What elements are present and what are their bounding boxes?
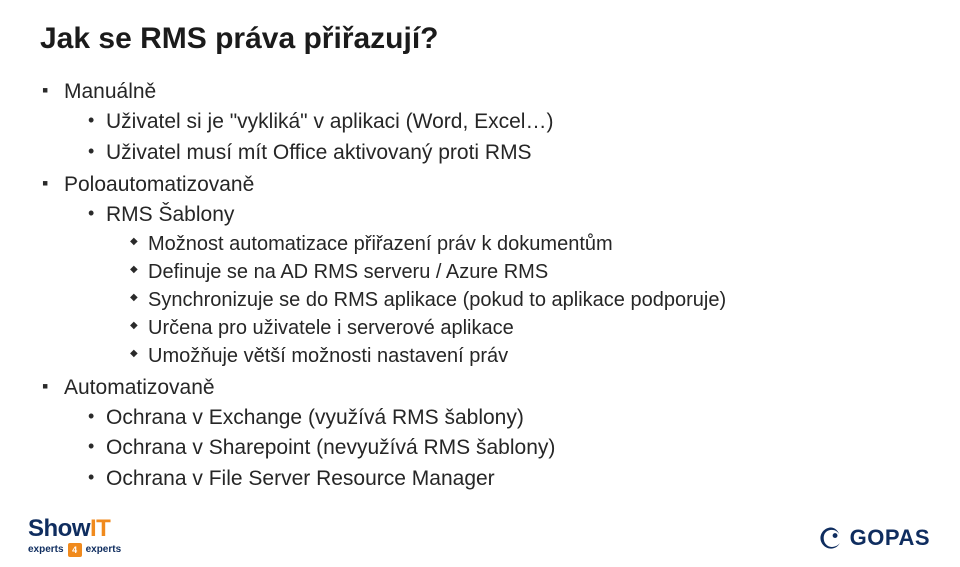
showit-experts2-text: experts [86, 545, 122, 555]
subsub-item: Umožňuje větší možnosti nastavení práv [130, 343, 920, 370]
showit-logo-main: ShowIT [28, 517, 121, 541]
bullet-item: Manuálně Uživatel si je "vykliká" v apli… [42, 78, 920, 167]
subsub-item: Synchronizuje se do RMS aplikace (pokud … [130, 287, 920, 314]
slide: Jak se RMS práva přiřazují? Manuálně Uži… [0, 0, 960, 567]
gopas-logo: GOPAS [818, 525, 930, 551]
sub-item: Ochrana v Sharepoint (nevyužívá RMS šabl… [88, 434, 920, 462]
sub-list: Ochrana v Exchange (využívá RMS šablony)… [88, 404, 920, 493]
bullet-list: Manuálně Uživatel si je "vykliká" v apli… [42, 78, 920, 493]
sub-item: RMS Šablony Možnost automatizace přiřaze… [88, 201, 920, 369]
subsub-item: Určena pro uživatele i serverové aplikac… [130, 315, 920, 342]
bullet-label: Poloautomatizovaně [64, 173, 254, 196]
sub-item: Ochrana v File Server Resource Manager [88, 465, 920, 493]
sub-item-label: RMS Šablony [106, 203, 234, 226]
gopas-text: GOPAS [850, 525, 930, 551]
sub-item: Uživatel si je "vykliká" v aplikaci (Wor… [88, 108, 920, 136]
footer: ShowIT experts 4 experts GOPAS [0, 509, 960, 567]
sub-list: Uživatel si je "vykliká" v aplikaci (Wor… [88, 108, 920, 167]
subsub-item: Definuje se na AD RMS serveru / Azure RM… [130, 259, 920, 286]
bullet-label: Manuálně [64, 80, 156, 103]
subsub-item: Možnost automatizace přiřazení práv k do… [130, 231, 920, 258]
showit-it-text: IT [90, 517, 110, 541]
sub-item: Ochrana v Exchange (využívá RMS šablony) [88, 404, 920, 432]
sub-list: RMS Šablony Možnost automatizace přiřaze… [88, 201, 920, 369]
showit-show-text: Show [28, 517, 90, 541]
showit-four-badge-icon: 4 [68, 543, 82, 557]
sub-item: Uživatel musí mít Office aktivovaný prot… [88, 139, 920, 167]
bullet-item: Poloautomatizovaně RMS Šablony Možnost a… [42, 171, 920, 370]
showit-logo: ShowIT experts 4 experts [28, 517, 121, 557]
bullet-label: Automatizovaně [64, 376, 215, 399]
gopas-swirl-icon [818, 525, 844, 551]
showit-experts-text: experts [28, 545, 64, 555]
bullet-item: Automatizovaně Ochrana v Exchange (využí… [42, 374, 920, 493]
slide-title: Jak se RMS práva přiřazují? [40, 22, 920, 56]
subsub-list: Možnost automatizace přiřazení práv k do… [130, 231, 920, 370]
showit-logo-sub: experts 4 experts [28, 543, 121, 557]
